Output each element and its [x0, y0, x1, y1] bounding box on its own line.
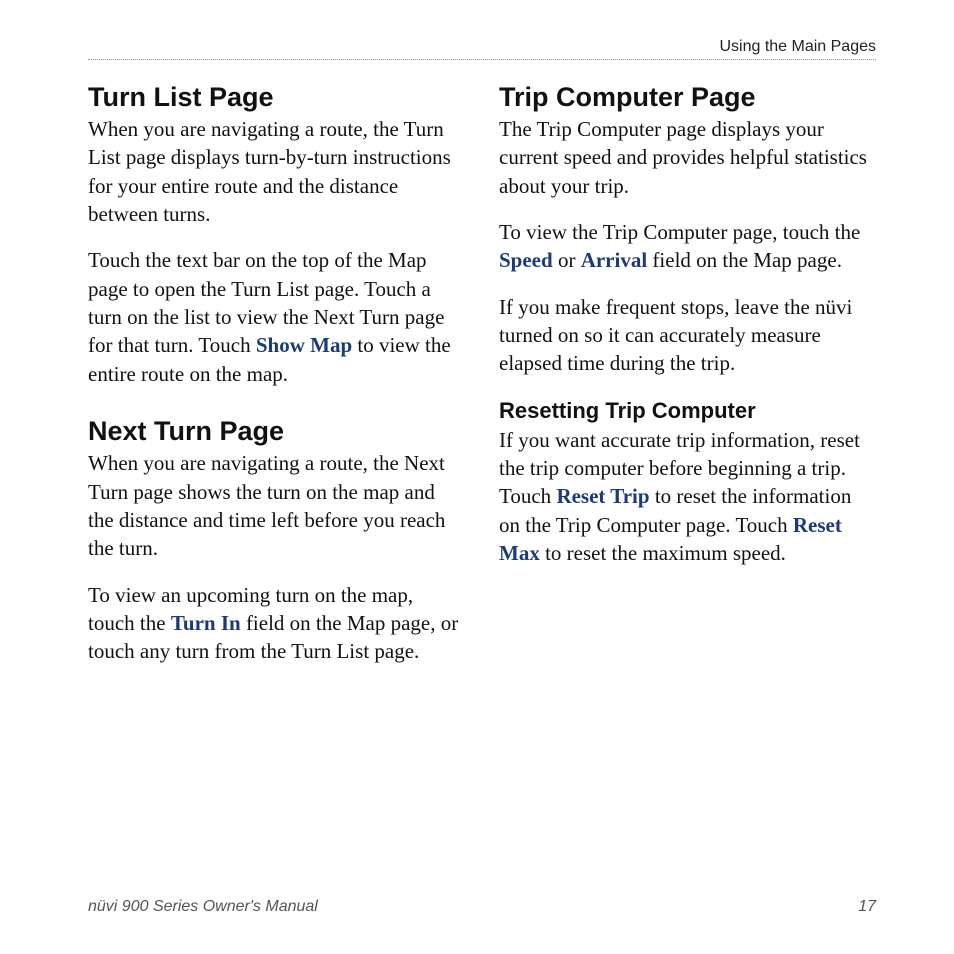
- ui-ref-arrival: Arrival: [581, 248, 647, 272]
- heading-resetting: Resetting Trip Computer: [499, 398, 876, 424]
- page-number: 17: [858, 898, 876, 916]
- page-footer: nüvi 900 Series Owner's Manual 17: [88, 898, 876, 916]
- paragraph: If you make frequent stops, leave the nü…: [499, 293, 876, 378]
- paragraph: To view the Trip Computer page, touch th…: [499, 218, 876, 275]
- heading-next-turn: Next Turn Page: [88, 416, 465, 447]
- right-column: Trip Computer Page The Trip Computer pag…: [499, 82, 876, 684]
- paragraph: The Trip Computer page displays your cur…: [499, 115, 876, 200]
- heading-trip-computer: Trip Computer Page: [499, 82, 876, 113]
- ui-ref-turn-in: Turn In: [171, 611, 241, 635]
- ui-ref-speed: Speed: [499, 248, 553, 272]
- footer-title: nüvi 900 Series Owner's Manual: [88, 898, 318, 916]
- text: To view the Trip Computer page, touch th…: [499, 220, 860, 244]
- heading-turn-list: Turn List Page: [88, 82, 465, 113]
- paragraph: Touch the text bar on the top of the Map…: [88, 246, 465, 388]
- text: to reset the maximum speed.: [540, 541, 786, 565]
- paragraph: If you want accurate trip information, r…: [499, 426, 876, 568]
- manual-page: Using the Main Pages Turn List Page When…: [0, 0, 954, 954]
- text: field on the Map page.: [647, 248, 842, 272]
- left-column: Turn List Page When you are navigating a…: [88, 82, 465, 684]
- text: or: [553, 248, 581, 272]
- ui-ref-reset-trip: Reset Trip: [556, 484, 649, 508]
- paragraph: To view an upcoming turn on the map, tou…: [88, 581, 465, 666]
- running-head: Using the Main Pages: [88, 38, 876, 60]
- paragraph: When you are navigating a route, the Nex…: [88, 449, 465, 562]
- paragraph: When you are navigating a route, the Tur…: [88, 115, 465, 228]
- two-column-layout: Turn List Page When you are navigating a…: [88, 82, 876, 684]
- ui-ref-show-map: Show Map: [256, 333, 352, 357]
